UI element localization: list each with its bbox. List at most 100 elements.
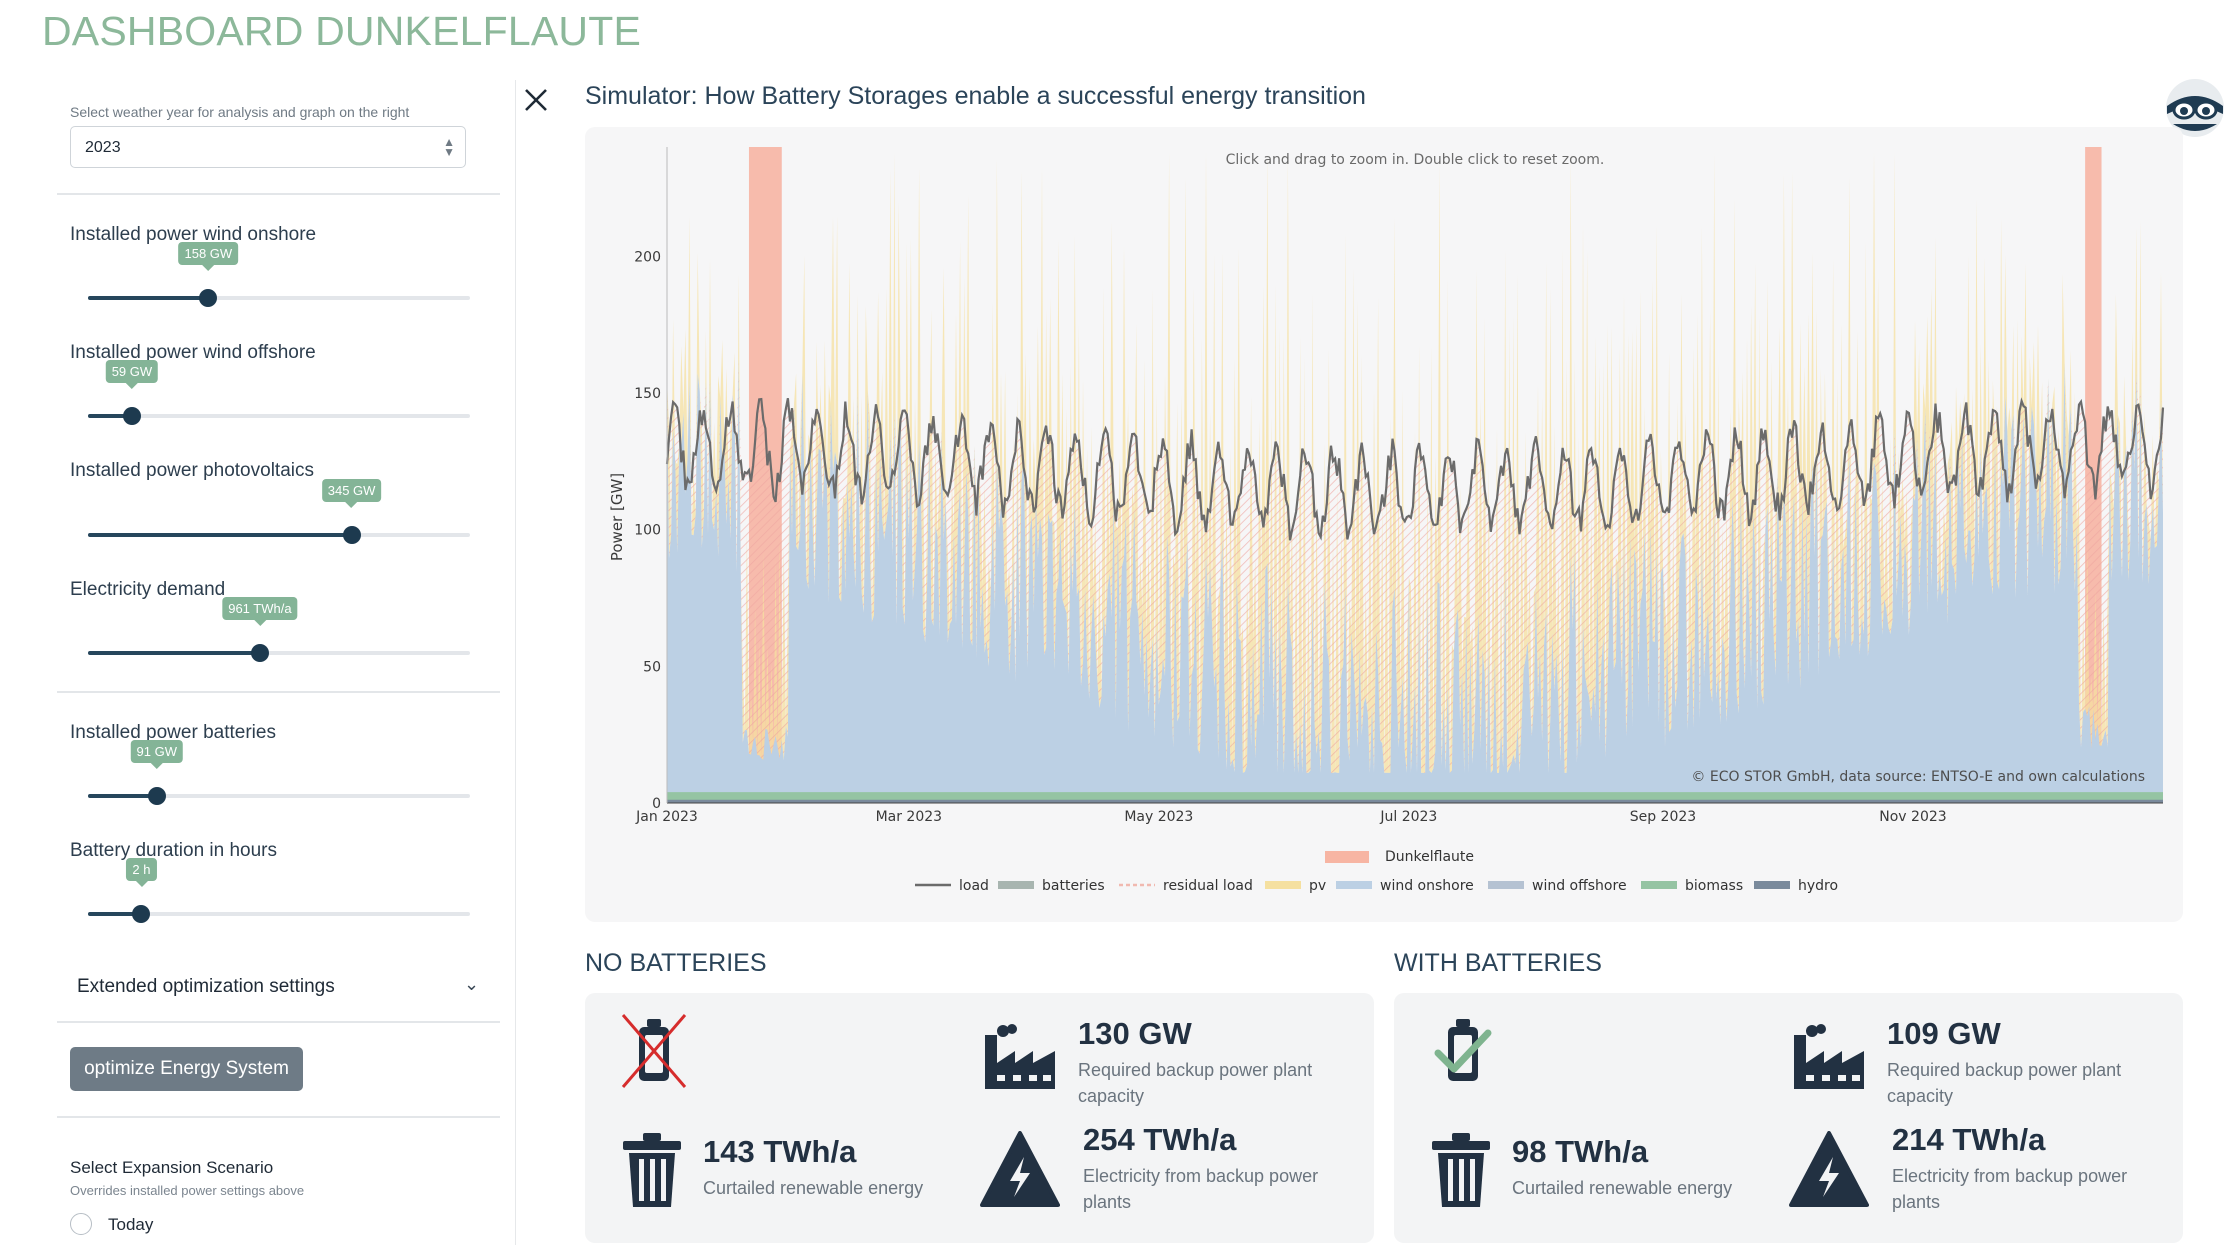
trash-bin-icon <box>1432 1133 1490 1207</box>
sidebar-divider <box>57 193 500 195</box>
legend-swatch-batteries <box>998 881 1034 889</box>
legend-swatch-wind-onshore <box>1336 881 1372 889</box>
chart-credit: © ECO STOR GmbH, data source: ENTSO-E an… <box>1691 769 2145 785</box>
legend-label-pv: pv <box>1309 878 1326 894</box>
select-arrows-icon: ▲ ▼ <box>443 135 455 159</box>
slider-value-tooltip: 961 TWh/a <box>222 597 298 626</box>
legend-label-dunkelflaute: Dunkelflaute <box>1385 849 1474 865</box>
no-batteries-card: 130 GW Required backup power plant capac… <box>585 993 1374 1243</box>
slider-fill <box>88 533 352 537</box>
legend-label-wind-offshore: wind offshore <box>1532 878 1627 894</box>
high-voltage-icon <box>1789 1131 1869 1207</box>
y-tick-label: 150 <box>634 386 661 402</box>
factory-icon <box>1794 1024 1864 1089</box>
wind-onshore-slider[interactable]: 158 GW <box>88 242 470 308</box>
scenario-title: Select Expansion Scenario <box>70 1158 274 1177</box>
no-batteries-backup-capacity-desc: Required backup power plant capacity <box>1078 1060 1313 1106</box>
weather-year-select[interactable]: 2023 ▲ ▼ <box>70 126 466 168</box>
x-tick-label: Jul 2023 <box>1379 809 1437 825</box>
scenario-subtitle: Overrides installed power settings above <box>70 1183 305 1198</box>
legend-swatch-wind-offshore <box>1488 881 1524 889</box>
x-tick-label: Sep 2023 <box>1630 809 1696 825</box>
with-batteries-heading: WITH BATTERIES <box>1394 949 1602 977</box>
legend-label-biomass: biomass <box>1685 878 1743 894</box>
x-tick-label: Nov 2023 <box>1879 809 1946 825</box>
with-batteries-backup-energy-value: 214 TWh/a <box>1892 1122 2046 1157</box>
no-batteries-backup-energy-desc: Electricity from backup power plants <box>1083 1166 1319 1212</box>
legend-label-residual-load: residual load <box>1163 878 1253 894</box>
no-batteries-curtailed-desc: Curtailed renewable energy <box>703 1178 924 1198</box>
with-batteries-curtailed-desc: Curtailed renewable energy <box>1512 1178 1733 1198</box>
chevron-down-icon[interactable]: ⌄ <box>464 974 479 995</box>
sidebar-divider <box>57 691 500 693</box>
simulator-title: Simulator: How Battery Storages enable a… <box>585 82 1366 110</box>
sidebar-divider <box>57 1021 500 1023</box>
no-batteries-backup-capacity-value: 130 GW <box>1078 1016 1192 1051</box>
slider-fill <box>88 794 157 798</box>
legend-swatch-dunkelflaute <box>1325 851 1369 863</box>
slider-label-photovoltaics: Installed power photovoltaics <box>70 460 314 481</box>
x-tick-label: May 2023 <box>1124 809 1193 825</box>
slider-handle[interactable] <box>199 289 218 307</box>
y-tick-label: 50 <box>643 659 661 675</box>
with-batteries-curtailed-value: 98 TWh/a <box>1512 1134 1649 1169</box>
no-batteries-backup-energy-value: 254 TWh/a <box>1083 1122 1237 1157</box>
battery-check-icon <box>1434 1019 1492 1081</box>
with-batteries-backup-capacity-desc: Required backup power plant capacity <box>1887 1060 2122 1106</box>
battery-crossed-icon <box>621 1014 687 1088</box>
legend-label-batteries: batteries <box>1042 878 1105 894</box>
slider-label-electricity-demand: Electricity demand <box>70 579 226 600</box>
y-tick-label: 100 <box>634 523 661 539</box>
legend-swatch-biomass <box>1641 881 1677 889</box>
sidebar-border <box>515 80 516 1245</box>
legend-label-hydro: hydro <box>1798 878 1838 894</box>
no-batteries-heading: NO BATTERIES <box>585 949 767 977</box>
slider-track <box>88 414 470 418</box>
slider-value-tooltip: 2 h <box>126 858 157 887</box>
legend-label-wind-onshore: wind onshore <box>1380 878 1474 894</box>
slider-handle[interactable] <box>132 905 151 923</box>
with-batteries-backup-capacity-value: 109 GW <box>1887 1016 2001 1051</box>
legend-label-load: load <box>959 878 989 894</box>
slider-value-tooltip: 158 GW <box>178 242 239 271</box>
chart-hint: Click and drag to zoom in. Double click … <box>1226 152 1605 168</box>
dispatch-chart[interactable]: Jan 2023 Mar 2023 May 2023 Jul 2023 Sep 2023… <box>585 127 2183 922</box>
with-batteries-card: 109 GW Required backup power plant capac… <box>1394 993 2183 1243</box>
batteries-slider[interactable]: 91 GW <box>88 740 470 806</box>
no-batteries-curtailed-value: 143 TWh/a <box>703 1134 857 1169</box>
high-voltage-icon <box>980 1131 1060 1207</box>
optimize-energy-system-button[interactable]: optimize Energy System <box>70 1047 303 1091</box>
electricity-demand-slider[interactable]: 961 TWh/a <box>88 597 470 663</box>
sidebar-divider <box>57 1116 500 1118</box>
x-tick-label: Jan 2023 <box>635 809 698 825</box>
slider-label-battery-duration: Battery duration in hours <box>70 840 278 861</box>
slider-handle[interactable] <box>342 526 361 544</box>
with-batteries-backup-energy-desc: Electricity from backup power plants <box>1892 1166 2128 1212</box>
extended-settings-toggle[interactable]: Extended optimization settings <box>77 976 335 998</box>
wind-offshore-slider[interactable]: 59 GW <box>88 360 470 426</box>
radio-today[interactable] <box>70 1213 92 1235</box>
photovoltaics-slider[interactable]: 345 GW <box>88 479 470 545</box>
slider-value-tooltip: 59 GW <box>105 360 159 389</box>
y-tick-label: 0 <box>652 796 661 812</box>
app-title: DASHBOARD DUNKELFLAUTE <box>42 8 642 54</box>
weather-year-value: 2023 <box>85 139 121 156</box>
slider-fill <box>88 651 260 655</box>
close-icon[interactable] <box>520 82 552 114</box>
slider-handle[interactable] <box>147 787 166 805</box>
legend-swatch-pv <box>1265 881 1301 889</box>
battery-duration-slider[interactable]: 2 h <box>88 858 470 924</box>
factory-icon <box>985 1024 1055 1089</box>
slider-handle[interactable] <box>250 644 269 662</box>
slider-handle[interactable] <box>122 407 141 425</box>
weather-year-label: Select weather year for analysis and gra… <box>70 104 410 120</box>
chart-card[interactable]: Jan 2023 Mar 2023 May 2023 Jul 2023 Sep 2023… <box>585 127 2183 922</box>
y-tick-label: 200 <box>634 249 661 265</box>
x-tick-label: Mar 2023 <box>876 809 943 825</box>
slider-fill <box>88 296 209 300</box>
chart-y-axis-label: Power [GW] <box>608 473 626 561</box>
slider-value-tooltip: 91 GW <box>130 740 183 769</box>
legend-swatch-hydro <box>1754 881 1790 889</box>
radio-today-label[interactable]: Today <box>108 1215 153 1235</box>
trash-bin-icon <box>623 1133 681 1207</box>
